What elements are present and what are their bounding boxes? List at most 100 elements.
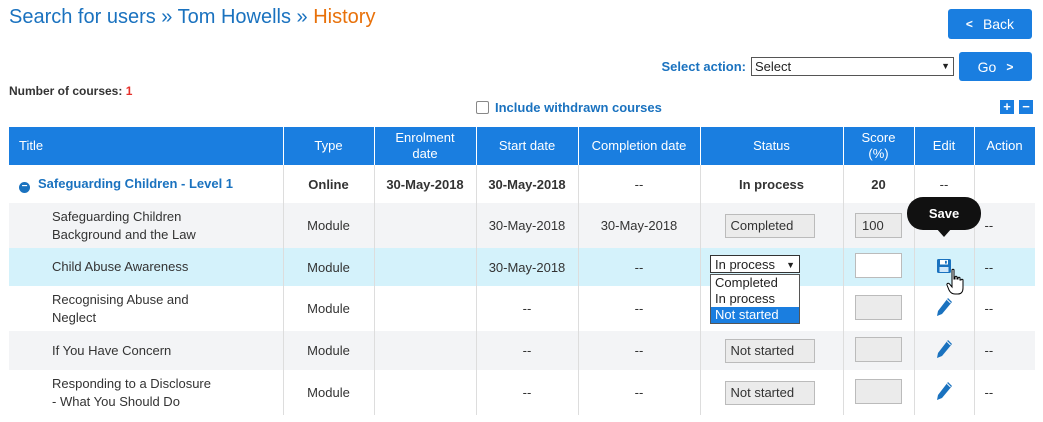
module-score-cell [843, 331, 915, 370]
table-header-row: Title Type Enrolment date Start date Comp… [9, 127, 1036, 165]
module-title: Safeguarding Children Background and the … [9, 203, 284, 248]
breadcrumb-separator: » [155, 6, 178, 28]
include-withdrawn-checkbox[interactable] [476, 101, 489, 114]
header-enrolment-date[interactable]: Enrolment date [374, 127, 477, 165]
status-dropdown-list: Completed In process Not started [710, 274, 800, 324]
header-title[interactable]: Title [9, 127, 284, 165]
module-type: Module [283, 248, 375, 286]
module-enrolment-date [374, 331, 477, 370]
pencil-icon[interactable] [934, 296, 954, 318]
hand-pointer-icon [946, 268, 964, 295]
module-action: -- [974, 203, 1035, 248]
module-score-field [855, 336, 902, 362]
module-enrolment-date [374, 286, 477, 331]
module-score-field [855, 378, 902, 404]
include-withdrawn-label[interactable]: Include withdrawn courses [495, 100, 662, 115]
course-title[interactable]: − Safeguarding Children - Level 1 [9, 165, 284, 203]
header-action: Action [974, 127, 1036, 165]
module-score-field [855, 294, 902, 320]
breadcrumb-user[interactable]: Tom Howells [178, 6, 291, 28]
module-enrolment-date [374, 203, 477, 248]
module-score-input[interactable] [855, 253, 902, 278]
module-score-field: 100 [855, 213, 902, 238]
module-status-cell: Not started [700, 331, 844, 370]
status-option-in-process[interactable]: In process [711, 291, 799, 307]
module-status-field: Completed [724, 213, 815, 238]
save-tooltip: Save [907, 197, 981, 230]
go-button[interactable]: Go > [959, 52, 1032, 81]
course-enrolment-date: 30-May-2018 [374, 165, 477, 203]
module-score-cell [843, 286, 915, 331]
course-action [974, 165, 1035, 203]
table-row: If You Have Concern Module -- -- Not sta… [9, 331, 1035, 370]
back-button[interactable]: < Back [948, 9, 1032, 39]
module-type: Module [283, 370, 375, 415]
module-completion-date: -- [578, 286, 701, 331]
collapse-all-button[interactable]: − [1019, 100, 1033, 114]
module-start-date: 30-May-2018 [476, 248, 579, 286]
module-enrolment-date [374, 248, 477, 286]
course-history-table: Title Type Enrolment date Start date Comp… [9, 127, 1036, 415]
course-score: 20 [843, 165, 915, 203]
module-enrolment-date [374, 370, 477, 415]
module-status-select-value: In process [715, 257, 775, 272]
module-status-field: Not started [724, 338, 815, 363]
table-row: Child Abuse Awareness Module 30-May-2018… [9, 248, 1035, 286]
module-title: Recognising Abuse and Neglect [9, 286, 284, 331]
chevron-right-icon: > [1006, 59, 1014, 74]
module-edit-cell [914, 248, 975, 286]
module-type: Module [283, 203, 375, 248]
module-status-field: Not started [724, 380, 815, 405]
module-title: Responding to a Disclosure - What You Sho… [9, 370, 284, 415]
module-completion-date: 30-May-2018 [578, 203, 701, 248]
breadcrumb-current: History [313, 6, 376, 28]
module-status-select[interactable]: In process ▼ [710, 255, 800, 273]
status-option-completed[interactable]: Completed [711, 275, 799, 291]
header-start-date[interactable]: Start date [476, 127, 579, 165]
include-withdrawn[interactable]: Include withdrawn courses [476, 100, 662, 115]
breadcrumb-search-users[interactable]: Search for users [9, 6, 156, 28]
module-completion-date: -- [578, 331, 701, 370]
module-type: Module [283, 331, 375, 370]
dropdown-arrow-icon: ▼ [786, 260, 795, 270]
module-status-cell: Completed [700, 203, 844, 248]
expand-all-button[interactable]: + [1000, 100, 1014, 114]
pencil-icon[interactable] [934, 338, 954, 360]
course-count-value: 1 [125, 84, 133, 98]
minus-circle-icon[interactable]: − [19, 181, 30, 193]
module-title: If You Have Concern [9, 331, 284, 370]
module-edit-cell [914, 331, 975, 370]
module-start-date: 30-May-2018 [476, 203, 579, 248]
pencil-icon[interactable] [934, 380, 954, 402]
module-status-cell: Not started [700, 370, 844, 415]
back-button-label: Back [982, 16, 1015, 32]
go-button-label: Go [977, 58, 997, 75]
module-score-cell [843, 370, 915, 415]
save-tooltip-pointer [936, 228, 952, 237]
header-type[interactable]: Type [283, 127, 375, 165]
module-score-cell [843, 248, 915, 286]
select-action-dropdown[interactable]: Select ▼ [751, 57, 954, 76]
status-option-not-started[interactable]: Not started [711, 307, 799, 323]
module-action: -- [974, 331, 1035, 370]
module-completion-date: -- [578, 370, 701, 415]
header-completion-date[interactable]: Completion date [578, 127, 701, 165]
course-start-date: 30-May-2018 [476, 165, 579, 203]
chevron-left-icon: < [965, 17, 973, 31]
module-type: Module [283, 286, 375, 331]
header-score[interactable]: Score (%) [843, 127, 915, 165]
header-status[interactable]: Status [700, 127, 844, 165]
module-action: -- [974, 248, 1035, 286]
select-action-value: Select [755, 59, 792, 74]
module-completion-date: -- [578, 248, 701, 286]
table-row: Safeguarding Children Background and the … [9, 203, 1035, 248]
course-count-label: Number of courses: [9, 84, 123, 98]
module-start-date: -- [476, 286, 579, 331]
module-action: -- [974, 370, 1035, 415]
course-count: Number of courses: 1 [9, 84, 132, 98]
module-action: -- [974, 286, 1035, 331]
table-row: Responding to a Disclosure - What You Sho… [9, 370, 1035, 415]
module-edit-cell [914, 286, 975, 331]
module-title: Child Abuse Awareness [9, 248, 284, 286]
module-start-date: -- [476, 331, 579, 370]
